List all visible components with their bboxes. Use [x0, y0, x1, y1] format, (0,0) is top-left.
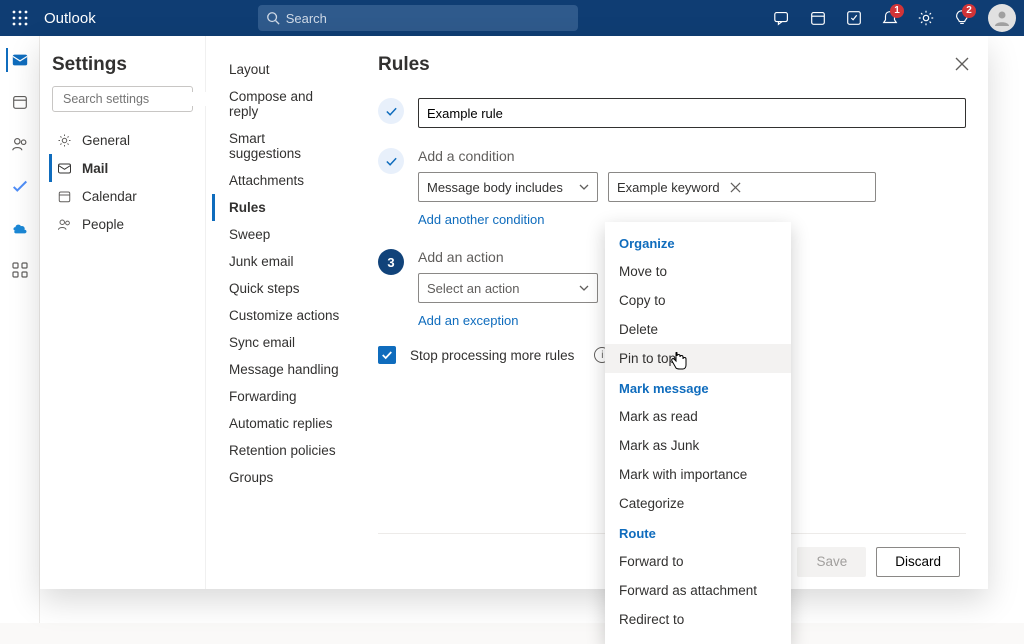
menu-item-move-to[interactable]: Move to [605, 257, 791, 286]
menu-item-delete[interactable]: Delete [605, 315, 791, 344]
rail-todo-icon[interactable] [8, 174, 32, 198]
nav-general[interactable]: General [49, 126, 193, 154]
condition-value-chip[interactable]: Example keyword [608, 172, 876, 202]
brand-label: Outlook [40, 10, 108, 27]
save-button: Save [797, 547, 866, 577]
calendar-icon [56, 188, 72, 204]
menu-header-route: Route [605, 518, 791, 547]
rail-calendar-icon[interactable] [8, 90, 32, 114]
stop-processing-checkbox[interactable] [378, 346, 396, 364]
rail-people-icon[interactable] [8, 132, 32, 156]
tips-badge: 2 [962, 4, 976, 18]
subnav-sweep[interactable]: Sweep [212, 221, 354, 248]
global-search[interactable] [258, 5, 578, 31]
rule-name-input[interactable] [418, 98, 966, 128]
subnav-smart-suggestions[interactable]: Smart suggestions [212, 125, 354, 167]
step-done-icon [378, 98, 404, 124]
menu-item-redirect-to[interactable]: Redirect to [605, 605, 791, 634]
notifications-icon[interactable]: 1 [872, 0, 908, 36]
nav-calendar[interactable]: Calendar [49, 182, 193, 210]
menu-item-forward-to[interactable]: Forward to [605, 547, 791, 576]
menu-item-mark-junk[interactable]: Mark as Junk [605, 431, 791, 460]
subnav-layout[interactable]: Layout [212, 56, 354, 83]
settings-title: Settings [52, 54, 193, 76]
teams-chat-icon[interactable] [764, 0, 800, 36]
condition-type-dropdown[interactable]: Message body includes [418, 172, 598, 202]
menu-item-forward-attachment[interactable]: Forward as attachment [605, 576, 791, 605]
rule-step-condition: Add a condition Message body includes Ex… [378, 148, 966, 229]
notifications-badge: 1 [890, 4, 904, 18]
subnav-quick-steps[interactable]: Quick steps [212, 275, 354, 302]
search-icon [266, 11, 280, 25]
stop-processing-label: Stop processing more rules [410, 348, 574, 363]
subnav-retention-policies[interactable]: Retention policies [212, 437, 354, 464]
nav-people[interactable]: People [49, 210, 193, 238]
menu-item-mark-read[interactable]: Mark as read [605, 402, 791, 431]
rule-step-name [378, 98, 966, 128]
subnav-compose[interactable]: Compose and reply [212, 83, 354, 125]
my-day-icon[interactable] [836, 0, 872, 36]
subnav-message-handling[interactable]: Message handling [212, 356, 354, 383]
subnav-sync-email[interactable]: Sync email [212, 329, 354, 356]
left-rail [0, 36, 40, 623]
people-icon [56, 216, 72, 232]
subnav-automatic-replies[interactable]: Automatic replies [212, 410, 354, 437]
settings-subnav-column: Layout Compose and reply Smart suggestio… [206, 36, 360, 589]
chevron-down-icon [579, 283, 589, 293]
add-condition-link[interactable]: Add another condition [418, 212, 544, 227]
settings-nav-column: Settings General Mail Calendar People [40, 36, 206, 589]
settings-modal: Settings General Mail Calendar People La… [40, 36, 988, 589]
rail-mail-icon[interactable] [6, 48, 32, 72]
nav-mail[interactable]: Mail [49, 154, 193, 182]
mail-icon [56, 160, 72, 176]
menu-header-mark: Mark message [605, 373, 791, 402]
settings-gear-icon[interactable] [908, 0, 944, 36]
subnav-attachments[interactable]: Attachments [212, 167, 354, 194]
subnav-customize-actions[interactable]: Customize actions [212, 302, 354, 329]
panel-title: Rules [378, 54, 966, 76]
calendar-day-icon[interactable] [800, 0, 836, 36]
subnav-groups[interactable]: Groups [212, 464, 354, 491]
gear-icon [56, 132, 72, 148]
menu-header-organize: Organize [605, 228, 791, 257]
menu-item-mark-importance[interactable]: Mark with importance [605, 460, 791, 489]
rail-onedrive-icon[interactable] [8, 216, 32, 240]
subnav-junk-email[interactable]: Junk email [212, 248, 354, 275]
discard-button[interactable]: Discard [876, 547, 960, 577]
add-exception-link[interactable]: Add an exception [418, 313, 518, 328]
close-icon[interactable] [950, 52, 974, 76]
app-launcher-icon[interactable] [0, 0, 40, 36]
menu-item-pin-to-top[interactable]: Pin to top [605, 344, 791, 373]
condition-label: Add a condition [418, 148, 966, 164]
action-dropdown-menu: Organize Move to Copy to Delete Pin to t… [605, 222, 791, 644]
chevron-down-icon [579, 182, 589, 192]
remove-chip-icon[interactable] [730, 182, 746, 193]
menu-item-copy-to[interactable]: Copy to [605, 286, 791, 315]
global-search-input[interactable] [286, 11, 570, 26]
settings-search-input[interactable] [63, 92, 224, 106]
rail-more-apps-icon[interactable] [8, 258, 32, 282]
subnav-rules[interactable]: Rules [212, 194, 354, 221]
settings-search[interactable] [52, 86, 193, 112]
account-avatar[interactable] [988, 4, 1016, 32]
top-bar: Outlook 1 2 [0, 0, 1024, 36]
tips-icon[interactable]: 2 [944, 0, 980, 36]
menu-item-categorize[interactable]: Categorize [605, 489, 791, 518]
step-number-badge: 3 [378, 249, 404, 275]
step-done-icon [378, 148, 404, 174]
subnav-forwarding[interactable]: Forwarding [212, 383, 354, 410]
action-dropdown[interactable]: Select an action [418, 273, 598, 303]
